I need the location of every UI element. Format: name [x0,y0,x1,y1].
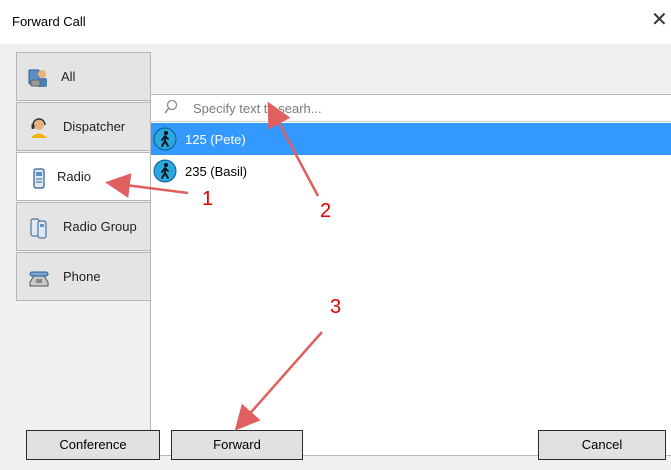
tab-all-label: All [61,69,76,84]
cancel-button[interactable]: Cancel [538,430,666,460]
annotation-label-3: 3 [330,296,342,318]
dispatcher-headset-icon [31,118,47,138]
list-item-label: 235 (Basil) [185,164,248,179]
annotation-label-1: 1 [202,188,214,210]
list-item-label: 125 (Pete) [185,132,246,147]
contact-list-panel: 125 (Pete) 235 (Basil) [150,94,671,456]
list-item-235-basil[interactable]: 235 (Basil) [151,155,671,187]
tab-radio-label: Radio [57,169,91,184]
tab-phone-label: Phone [63,269,101,284]
title-bar: Forward Call ✕ [0,0,671,44]
tab-phone[interactable]: Phone [16,252,151,301]
walking-person-icon [153,159,177,183]
radio-group-icon [30,218,47,239]
tab-all[interactable]: All [16,52,151,101]
list-item-125-pete[interactable]: 125 (Pete) [151,123,671,155]
dialog-body: All Dispatcher Radio Radio Group Phone S… [0,44,671,470]
close-icon[interactable]: ✕ [651,10,671,32]
search-icon [164,99,178,114]
search-input[interactable] [191,97,655,119]
tab-dispatcher[interactable]: Dispatcher [16,102,151,151]
tab-dispatcher-label: Dispatcher [63,119,126,134]
walking-person-icon [153,127,177,151]
forward-button[interactable]: Forward [171,430,303,460]
all-contacts-icon [28,69,47,87]
window-title: Forward Call [12,14,86,29]
annotation-label-2: 2 [320,200,332,222]
tab-radio-group[interactable]: Radio Group [16,202,151,251]
tab-radio[interactable]: Radio [16,152,152,201]
radio-icon [33,168,45,189]
tab-radio-group-label: Radio Group [63,219,137,234]
phone-icon [29,271,49,287]
conference-button[interactable]: Conference [26,430,160,460]
search-bar [151,95,671,122]
